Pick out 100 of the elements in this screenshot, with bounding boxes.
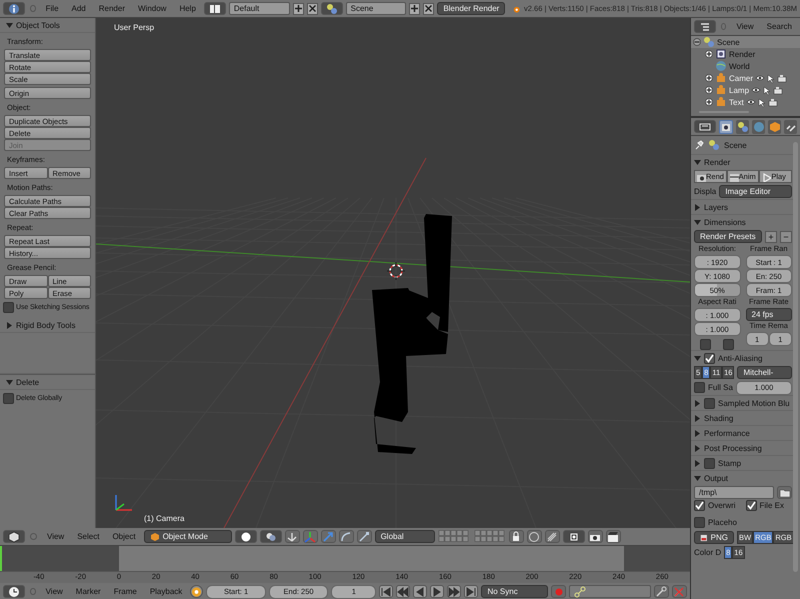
cube-tab-icon[interactable] bbox=[768, 120, 781, 134]
remove-preset-button[interactable]: − bbox=[780, 230, 792, 242]
clapboard-icon[interactable] bbox=[606, 530, 621, 543]
jump-forward-icon[interactable] bbox=[447, 585, 462, 598]
panel-header[interactable]: Object Tools bbox=[16, 20, 60, 30]
expand-toggle-icon[interactable] bbox=[705, 86, 713, 94]
expand-toggle-icon[interactable] bbox=[705, 98, 713, 106]
menu-item[interactable]: Render bbox=[94, 4, 130, 13]
add-icon[interactable] bbox=[292, 2, 304, 14]
panel-header[interactable]: Post Processing bbox=[704, 444, 762, 452]
menu-item[interactable]: View bbox=[40, 587, 68, 596]
camera-tab-icon[interactable] bbox=[719, 120, 733, 134]
cube-editor-icon[interactable] bbox=[3, 530, 25, 543]
play-icon[interactable] bbox=[430, 585, 444, 598]
menu-item[interactable]: View bbox=[42, 532, 70, 541]
panel-header[interactable]: Rigid Body Tools bbox=[16, 320, 76, 330]
info-editor-icon[interactable] bbox=[3, 2, 25, 15]
outliner-item-label[interactable]: Render bbox=[729, 50, 756, 58]
menu-item[interactable]: Object bbox=[107, 532, 141, 541]
panel-header[interactable]: Dimensions bbox=[704, 218, 746, 226]
checkbox[interactable] bbox=[746, 500, 756, 511]
mode-dropdown[interactable]: Object Mode bbox=[144, 530, 232, 543]
layout-icon[interactable] bbox=[204, 2, 226, 15]
orientation-dropdown[interactable]: Global bbox=[374, 530, 435, 543]
close-icon[interactable] bbox=[423, 2, 434, 14]
outliner-item-label[interactable]: Camer bbox=[729, 74, 754, 82]
menu-item[interactable]: Add bbox=[66, 4, 91, 13]
panel-header[interactable]: Shading bbox=[704, 414, 734, 422]
axes-icon[interactable] bbox=[302, 530, 318, 543]
render-engine-dropdown[interactable]: Blender Render bbox=[437, 2, 506, 15]
scene-tab-icon[interactable] bbox=[736, 120, 749, 134]
display-dropdown[interactable]: Image Editor bbox=[719, 185, 792, 198]
key-icon[interactable] bbox=[654, 585, 669, 598]
add-preset-button[interactable]: + bbox=[765, 230, 777, 242]
checkbox[interactable] bbox=[3, 393, 14, 404]
chain-tab-icon[interactable] bbox=[784, 120, 797, 134]
scene-field[interactable]: Scene bbox=[346, 2, 406, 15]
menu-item[interactable]: Window bbox=[133, 4, 172, 13]
screen-layout-field[interactable]: Default bbox=[228, 2, 290, 15]
keyframe-icon[interactable] bbox=[190, 585, 204, 598]
checkbox[interactable] bbox=[3, 302, 14, 313]
panel-header[interactable]: Anti-Aliasing bbox=[718, 354, 762, 362]
checkbox[interactable] bbox=[694, 517, 705, 528]
checkbox[interactable] bbox=[694, 382, 705, 393]
vertical-scrollbar[interactable] bbox=[793, 142, 798, 572]
filter-dropdown[interactable]: Mitchell- bbox=[737, 366, 792, 379]
jump-back-icon[interactable] bbox=[396, 585, 410, 598]
close-icon[interactable] bbox=[306, 2, 318, 14]
menu-item[interactable]: Help bbox=[174, 4, 201, 13]
folder-icon[interactable] bbox=[777, 486, 792, 499]
panel-header[interactable]: Layers bbox=[704, 202, 728, 212]
checkbox[interactable] bbox=[704, 398, 715, 408]
panel-header[interactable]: Performance bbox=[704, 428, 750, 438]
file-format-dropdown[interactable]: PNG bbox=[694, 531, 734, 544]
frame-rate-dropdown[interactable]: 24 fps bbox=[746, 308, 792, 321]
checkbox[interactable] bbox=[704, 352, 715, 364]
menu-item[interactable]: Frame bbox=[108, 587, 142, 596]
scene-icon[interactable] bbox=[320, 2, 343, 15]
panel-header[interactable]: Sampled Motion Blu bbox=[718, 398, 790, 408]
panel-header[interactable]: Delete bbox=[16, 378, 40, 386]
outliner-item-label[interactable]: Text bbox=[729, 98, 744, 106]
rotate-icon[interactable] bbox=[338, 530, 354, 543]
menu-item[interactable]: Select bbox=[72, 532, 104, 541]
sync-dropdown[interactable]: No Sync bbox=[481, 585, 548, 598]
outliner-item-label[interactable]: Lamp bbox=[729, 86, 750, 94]
proportional-icon[interactable] bbox=[526, 530, 542, 543]
menu-item[interactable]: Marker bbox=[70, 587, 106, 596]
checkbox[interactable] bbox=[700, 339, 712, 350]
collapse-toggle-icon[interactable] bbox=[693, 38, 701, 46]
outliner-editor-icon[interactable] bbox=[694, 20, 716, 33]
skip-start-icon[interactable] bbox=[379, 585, 394, 598]
scale-icon[interactable] bbox=[356, 530, 372, 543]
expand-toggle-icon[interactable] bbox=[705, 50, 713, 58]
lock-icon[interactable] bbox=[508, 530, 524, 543]
outliner-item-label[interactable]: Scene bbox=[717, 38, 740, 46]
snap-icon[interactable] bbox=[544, 530, 560, 543]
pivot-icon[interactable] bbox=[260, 530, 282, 543]
checkbox[interactable] bbox=[723, 339, 734, 350]
outliner-item-label[interactable]: World bbox=[729, 62, 750, 70]
menu-item[interactable]: Search bbox=[762, 22, 797, 31]
menu-item[interactable]: View bbox=[731, 22, 759, 31]
keying-set-field[interactable] bbox=[569, 585, 651, 598]
add-icon[interactable] bbox=[409, 2, 420, 14]
checkbox[interactable] bbox=[704, 458, 715, 468]
properties-editor-icon[interactable] bbox=[694, 120, 716, 133]
menu-item[interactable]: Playback bbox=[144, 587, 188, 596]
outliner-row-highlight[interactable]: Scene bbox=[691, 36, 800, 48]
render-presets-dropdown[interactable]: Render Presets bbox=[694, 230, 762, 243]
snap-target-icon[interactable] bbox=[562, 530, 585, 543]
play-reverse-icon[interactable] bbox=[413, 585, 428, 598]
menu-item[interactable]: File bbox=[40, 4, 64, 13]
panel-header[interactable]: Render bbox=[704, 158, 730, 166]
render-camera-icon[interactable] bbox=[588, 530, 603, 543]
output-path-field[interactable]: /tmp\ bbox=[694, 486, 774, 499]
checkbox[interactable] bbox=[694, 500, 705, 511]
panel-header[interactable]: Stamp bbox=[718, 458, 742, 468]
manipulator-icon[interactable] bbox=[284, 530, 300, 543]
clock-editor-icon[interactable] bbox=[3, 585, 25, 598]
skip-end-icon[interactable] bbox=[464, 585, 478, 598]
expand-toggle-icon[interactable] bbox=[705, 74, 713, 82]
